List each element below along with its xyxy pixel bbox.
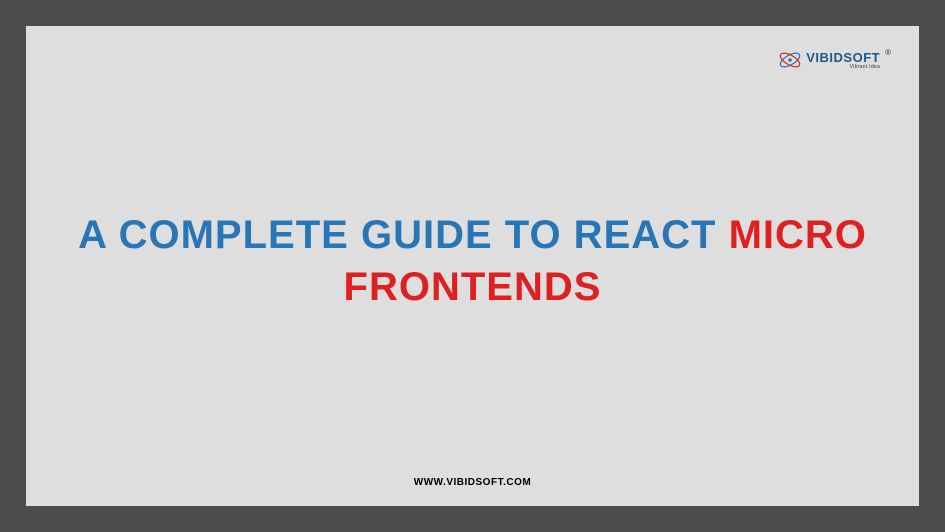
title-part-blue: A COMPLETE GUIDE TO REACT (78, 213, 728, 257)
logo-brand-text: VIBIDSOFT (806, 51, 880, 64)
logo: VIBIDSOFT Vibrant Idea ® (778, 48, 891, 72)
logo-icon (778, 48, 802, 72)
logo-tagline: Vibrant Idea (850, 65, 880, 70)
logo-registered: ® (885, 48, 891, 57)
footer-url: WWW.VIBIDSOFT.COM (26, 477, 919, 488)
main-title: A COMPLETE GUIDE TO REACT MICRO FRONTEND… (26, 209, 919, 313)
slide: VIBIDSOFT Vibrant Idea ® A COMPLETE GUID… (26, 26, 919, 506)
logo-text-wrap: VIBIDSOFT Vibrant Idea (806, 51, 880, 70)
